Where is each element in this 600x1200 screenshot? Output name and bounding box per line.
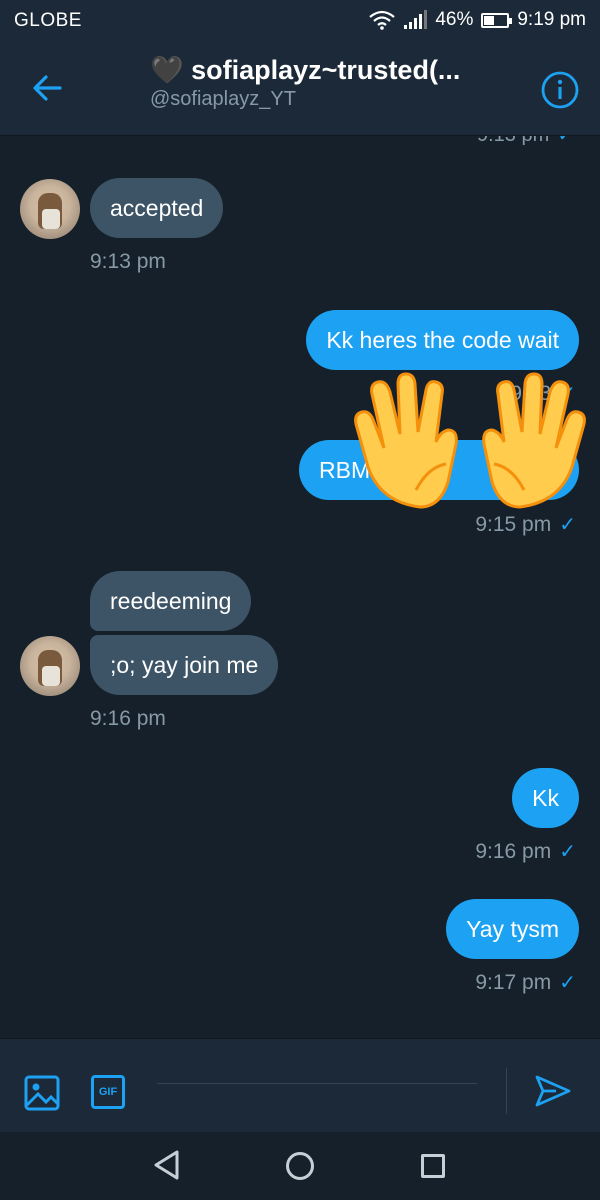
carrier-name: GLOBE	[14, 10, 82, 31]
status-time: 9:19 pm	[517, 9, 586, 30]
image-icon[interactable]	[24, 1075, 60, 1111]
conversation-handle: @sofiaplayz_YT	[150, 88, 296, 110]
composer-divider	[506, 1068, 507, 1114]
battery-icon	[481, 12, 513, 28]
nav-recents-icon[interactable]	[421, 1154, 445, 1178]
info-circle-icon[interactable]	[540, 70, 580, 110]
received-message-bubble[interactable]: accepted	[90, 178, 224, 238]
sent-message-bubble[interactable]: Yay tysm	[446, 899, 579, 959]
sent-message-bubble[interactable]: Kk	[512, 768, 579, 828]
avatar[interactable]	[20, 636, 80, 696]
conversation-header: 🖤 sofiaplayz~trusted(... @sofiaplayz_YT	[0, 40, 600, 136]
received-message-bubble[interactable]: reedeeming	[90, 571, 252, 631]
message-timestamp: 9:16 pm ✓	[475, 840, 576, 863]
signal-icon	[404, 10, 428, 29]
wifi-icon	[369, 10, 396, 30]
send-icon[interactable]	[534, 1072, 572, 1110]
message-timestamp: 9:16 pm	[90, 707, 166, 730]
message-input[interactable]	[157, 1045, 481, 1083]
status-bar: GLOBE 46% 9:19 pm	[0, 0, 600, 40]
message-timestamp: 9:15 pm ✓	[475, 513, 576, 536]
message-timestamp: 9:13 pm	[90, 250, 166, 273]
avatar[interactable]	[20, 179, 80, 239]
avatar-figure-shirt	[42, 209, 60, 229]
raised-hands-emoji	[354, 372, 586, 509]
header-title-block[interactable]: 🖤 sofiaplayz~trusted(... @sofiaplayz_YT	[150, 54, 500, 111]
message-input-underline	[157, 1083, 477, 1084]
sent-message-bubble[interactable]: Kk heres the code wait	[306, 310, 579, 370]
nav-home-icon[interactable]	[286, 1152, 314, 1180]
avatar-figure-shirt	[42, 666, 60, 686]
battery-percent: 46%	[435, 9, 474, 30]
conversation-title: 🖤 sofiaplayz~trusted(...	[150, 55, 461, 85]
message-timestamp: 9:17 pm ✓	[475, 971, 576, 994]
message-timestamp: 9:13 pm✓	[477, 136, 574, 147]
nav-back-icon[interactable]	[152, 1149, 182, 1181]
gif-button[interactable]: GIF	[91, 1075, 125, 1109]
status-icons: 46% 9:19 pm	[369, 9, 586, 31]
received-message-bubble[interactable]: ;o; yay join me	[90, 635, 279, 695]
arrow-left-icon[interactable]	[26, 68, 70, 108]
message-list[interactable]: 9:13 pm✓ accepted 9:13 pm Kk heres the c…	[0, 136, 600, 1036]
